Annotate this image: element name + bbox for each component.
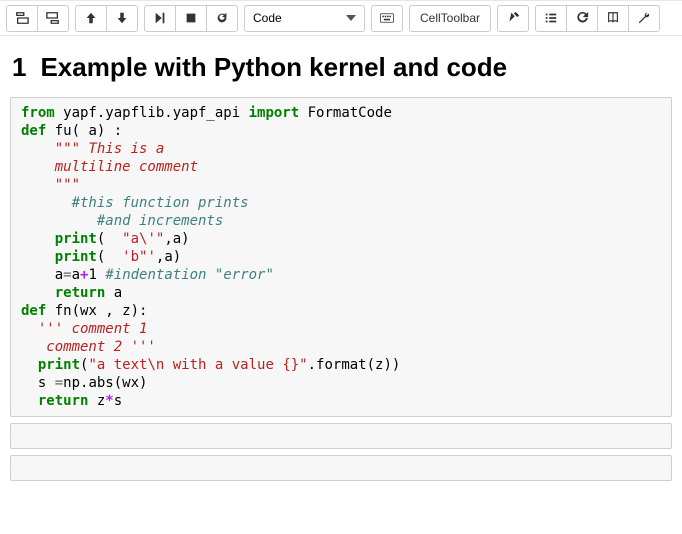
insert-above-icon [15, 11, 29, 25]
empty-code-cell[interactable] [10, 455, 672, 481]
cell-type-select[interactable]: Code Markdown Raw NBConvert Heading [244, 5, 365, 32]
run-cell-button[interactable] [144, 5, 176, 32]
repeat-icon [215, 11, 229, 25]
refresh-icon [575, 11, 589, 25]
insert-cell-below-button[interactable] [37, 5, 69, 32]
book-icon [606, 11, 620, 25]
legal-icon [506, 11, 520, 25]
keyboard-icon [380, 11, 394, 25]
interrupt-kernel-button[interactable] [175, 5, 207, 32]
code-cell[interactable]: from yapf.yapflib.yapf_api import Format… [10, 97, 672, 417]
section-number: 1 [12, 52, 26, 82]
reload-toc-button[interactable] [566, 5, 598, 32]
code-content[interactable]: from yapf.yapflib.yapf_api import Format… [21, 104, 663, 410]
arrow-up-icon [84, 11, 98, 25]
arrow-down-icon [115, 11, 129, 25]
insert-below-icon [46, 11, 60, 25]
command-palette-button[interactable] [371, 5, 403, 32]
stop-icon [184, 11, 198, 25]
toc-settings-button[interactable] [597, 5, 629, 32]
wrench-icon [637, 11, 651, 25]
list-icon [544, 11, 558, 25]
step-forward-icon [153, 11, 167, 25]
code-prettify-button[interactable] [497, 5, 529, 32]
move-cell-down-button[interactable] [106, 5, 138, 32]
notebook-area: 1 Example with Python kernel and code fro… [0, 36, 682, 481]
toggle-toc-button[interactable] [535, 5, 567, 32]
toc-tools-button[interactable] [628, 5, 660, 32]
markdown-cell[interactable]: 1 Example with Python kernel and code [10, 52, 672, 83]
move-cell-up-button[interactable] [75, 5, 107, 32]
restart-kernel-button[interactable] [206, 5, 238, 32]
heading-1: 1 Example with Python kernel and code [12, 52, 672, 83]
empty-code-cell[interactable] [10, 423, 672, 449]
cell-toolbar-button[interactable]: CellToolbar [409, 5, 491, 32]
main-toolbar: Code Markdown Raw NBConvert Heading Cell… [0, 0, 682, 36]
heading-text: Example with Python kernel and code [40, 52, 507, 82]
insert-cell-above-button[interactable] [6, 5, 38, 32]
